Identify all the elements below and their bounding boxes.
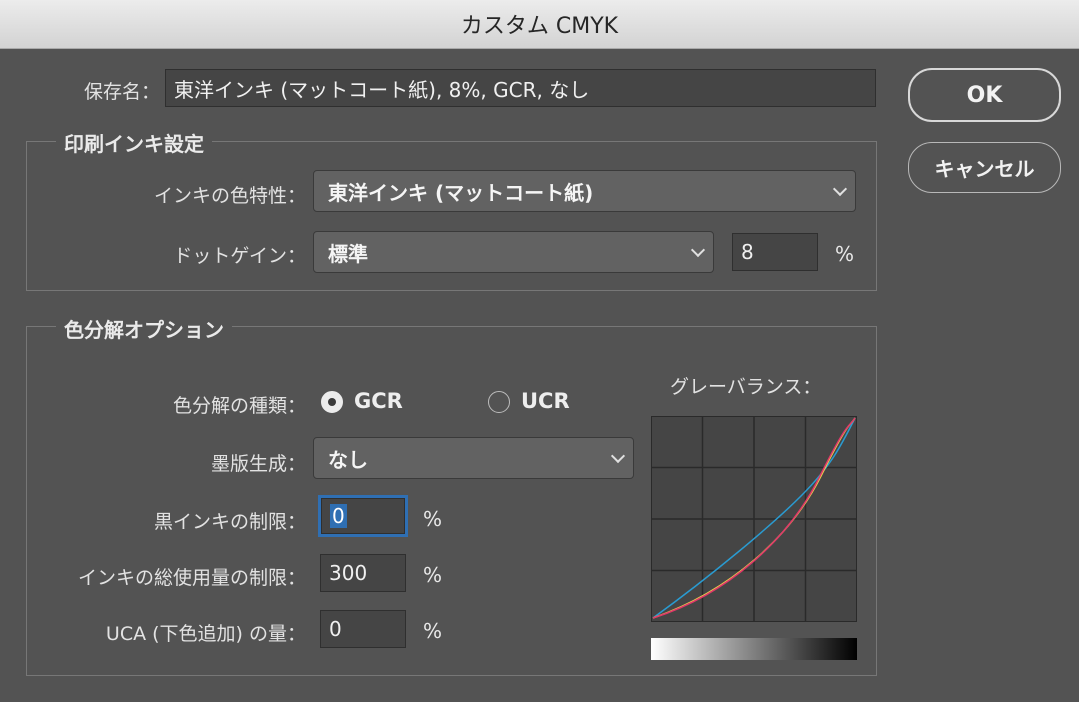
ink-colors-value: 東洋インキ (マットコート紙) (328, 180, 594, 205)
chevron-down-icon (610, 448, 626, 464)
ucr-label[interactable]: UCR (521, 389, 570, 413)
ink-colors-label: インキの色特性： (153, 185, 306, 207)
window-title: カスタム CMYK (460, 14, 619, 39)
gcr-radio[interactable] (321, 391, 343, 413)
dot-gain-input[interactable]: 8 (732, 233, 818, 271)
save-name-label: 保存名： (83, 81, 160, 103)
uca-amount-input[interactable]: 0 (320, 610, 406, 648)
ucr-radio[interactable] (488, 391, 510, 413)
dot-gain-mode: 標準 (328, 241, 368, 266)
dot-gain-label: ドットゲイン： (173, 245, 306, 267)
separation-title: 色分解オプション (56, 314, 232, 343)
title-bar: カスタム CMYK (0, 0, 1079, 49)
dot-gain-unit: % (835, 242, 855, 266)
black-ink-limit-value: 0 (330, 504, 347, 528)
black-generation-label: 墨版生成： (210, 453, 306, 475)
uca-amount-unit: % (423, 619, 443, 643)
gray-balance-title: グレーバランス： (670, 376, 822, 398)
black-generation-value: なし (328, 447, 368, 472)
total-ink-limit-label: インキの総使用量の制限： (77, 567, 306, 589)
black-generation-select[interactable]: なし (313, 437, 634, 479)
save-name-field[interactable]: 東洋インキ (マットコート紙), 8%, GCR, なし (165, 69, 876, 107)
black-ink-limit-unit: % (423, 507, 443, 531)
cancel-button[interactable]: キャンセル (908, 142, 1061, 193)
ok-button[interactable]: OK (908, 68, 1061, 122)
chevron-down-icon (832, 181, 848, 197)
ink-settings-title: 印刷インキ設定 (56, 128, 212, 157)
uca-amount-label: UCA (下色追加) の量： (105, 623, 306, 645)
ink-colors-select[interactable]: 東洋インキ (マットコート紙) (313, 170, 856, 212)
gray-gradient-bar (651, 638, 857, 660)
separation-type-label: 色分解の種類： (172, 395, 306, 417)
gcr-label[interactable]: GCR (354, 389, 403, 413)
total-ink-limit-unit: % (423, 563, 443, 587)
chevron-down-icon (690, 242, 706, 258)
dot-gain-select[interactable]: 標準 (313, 231, 714, 273)
black-ink-limit-label: 黒インキの制限： (153, 511, 306, 533)
gray-balance-graph (651, 416, 857, 622)
black-ink-limit-input[interactable]: 0 (318, 495, 408, 537)
total-ink-limit-input[interactable]: 300 (320, 554, 406, 592)
